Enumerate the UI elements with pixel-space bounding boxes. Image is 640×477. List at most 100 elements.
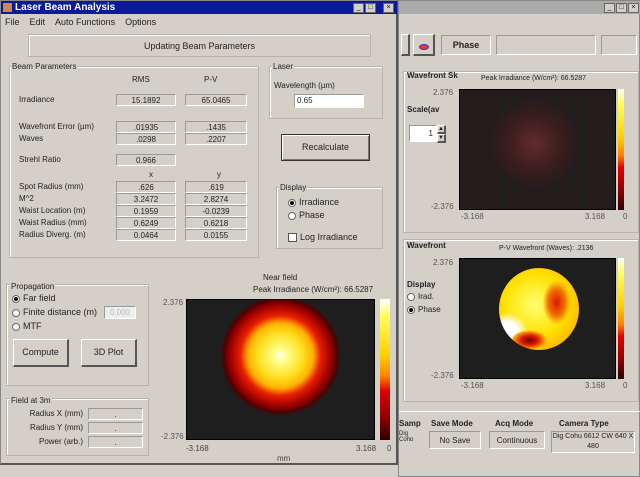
phase-label: Phase [441,35,491,55]
radio-icon [407,292,415,301]
radio-label: Irad. [418,292,435,301]
menu-file[interactable]: File [5,17,20,27]
param-value-2: 65.0465 [185,94,247,106]
camera-button[interactable] [413,34,435,56]
wavelength-input[interactable]: 0.65 [294,94,364,108]
radio-label: Finite distance (m) [23,307,98,317]
wavefront-sk-plot [459,89,616,210]
radio-irad[interactable]: Irad. [407,292,434,301]
field-label: Power (arb.) [38,437,83,446]
param-label: Waves [19,134,44,143]
spin-down-button[interactable]: ▼ [437,134,446,143]
laser-group [269,66,383,119]
app-icon [3,3,12,12]
minimize-button[interactable]: _ [604,3,615,13]
compute-button[interactable]: Compute [13,339,69,367]
log-irradiance-checkbox[interactable]: Log Irradiance [288,232,358,243]
radio-far-field[interactable]: Far field [12,293,56,303]
param-value-2: 0.6218 [185,217,247,229]
3d-plot-button[interactable]: 3D Plot [81,339,137,367]
status-panel: Samp Dig Coho Save Mode No Save Acq Mode… [399,411,640,461]
param-label: Waist Location (m) [19,206,86,215]
cbar-min-label: 0 [623,381,628,390]
display-label: Display [407,280,436,289]
close-button[interactable]: × [628,3,639,13]
field-value: . [88,422,143,434]
group-label: Propagation [10,282,56,291]
radio-phase[interactable]: Phase [407,305,441,314]
colorbar [618,89,624,210]
radio-label: Phase [418,305,441,314]
spin-up-button[interactable]: ▲ [437,125,446,134]
param-value-1: 15.1892 [116,94,176,106]
colorbar [380,299,390,440]
param-value-1: 0.1959 [116,205,176,217]
title-bar: Laser Beam Analysis [1,1,397,14]
distance-input[interactable]: 0.000 [104,306,136,319]
cbar-min-label: 0 [623,212,628,221]
radio-phase[interactable]: Phase [288,210,325,220]
radio-icon [288,211,296,220]
radio-label: Far field [23,293,56,303]
param-value-1: .01935 [116,121,176,133]
field-label: Radius X (mm) [29,409,83,418]
col-header-pv: P-V [204,75,218,84]
status-header: Samp [399,419,421,428]
group-label: Laser [272,62,295,71]
peak-irradiance: Peak Irradiance (W/cm²): 66.5287 [253,285,374,294]
radio-icon [12,294,20,303]
radio-icon [288,198,296,207]
radio-label: Irradiance [299,197,340,207]
maximize-button[interactable]: □ [365,3,376,13]
x-right-label: 3.168 [585,381,606,390]
peak-irradiance: Peak Irradiance (W/cm²): 66.5287 [481,75,587,82]
status-field [496,35,596,55]
radio-icon [407,305,415,314]
radio-finite-distance[interactable]: Finite distance (m) [12,307,97,317]
param-value-2: 2.8274 [185,193,247,205]
param-label: M^2 [19,194,34,203]
param-label: Wavefront Error (µm) [19,122,94,131]
y-bottom-label: -2.376 [431,371,454,380]
radio-irradiance[interactable]: Irradiance [288,197,339,207]
group-label: Display [279,183,308,192]
camera-type-field: Dig Cohu 6612 CW 640 X 480 [551,431,635,453]
radio-label: Phase [299,210,325,220]
param-value-2: .1435 [185,121,247,133]
cbar-min-label: 0 [387,444,392,453]
toolbar-button[interactable] [401,34,410,56]
param-value-2: .2207 [185,133,247,145]
radio-mtf[interactable]: MTF [12,321,42,331]
nearfield-title: Near field [263,273,298,282]
col-header-rms: RMS [132,75,150,84]
menu-options[interactable]: Options [125,17,156,27]
status-field [601,35,637,55]
param-value-1: .626 [116,181,176,193]
param-value-1: 0.966 [116,154,176,166]
param-value-2: -0.0239 [185,205,247,217]
close-button[interactable]: × [383,3,394,13]
status-header: Save Mode [431,419,473,428]
field-label: Radius Y (mm) [29,423,83,432]
status-value: Dig Coho [399,431,414,443]
laser-beam-analysis-window: Laser Beam Analysis _ □ × File Edit Auto… [0,0,398,465]
minimize-button[interactable]: _ [353,3,364,13]
param-value-1: .0298 [116,133,176,145]
status-header: Acq Mode [495,419,534,428]
maximize-button[interactable]: □ [616,3,627,13]
pv-wavefront: P-V Wavefront (Waves): .2136 [499,245,594,252]
group-label: Field at 3m [10,396,52,405]
menu-auto-functions[interactable]: Auto Functions [55,17,115,27]
checkbox-label: Log Irradiance [300,232,358,242]
recalculate-button[interactable]: Recalculate [281,134,370,161]
camera-icon [418,44,429,50]
wavefront-window: _ □ × Phase Wavefront Sk Peak Irradiance… [398,0,640,477]
param-value-2: 0.0155 [185,229,247,241]
scale-input[interactable]: 1 [409,125,437,142]
param-label: Strehl Ratio [19,155,61,164]
x-right-label: 3.168 [585,212,606,221]
menu-edit[interactable]: Edit [30,17,46,27]
y-bottom-label: -2.376 [431,202,454,211]
param-label: Irradiance [19,95,55,104]
menu-bar: File Edit Auto Functions Options [5,17,156,27]
